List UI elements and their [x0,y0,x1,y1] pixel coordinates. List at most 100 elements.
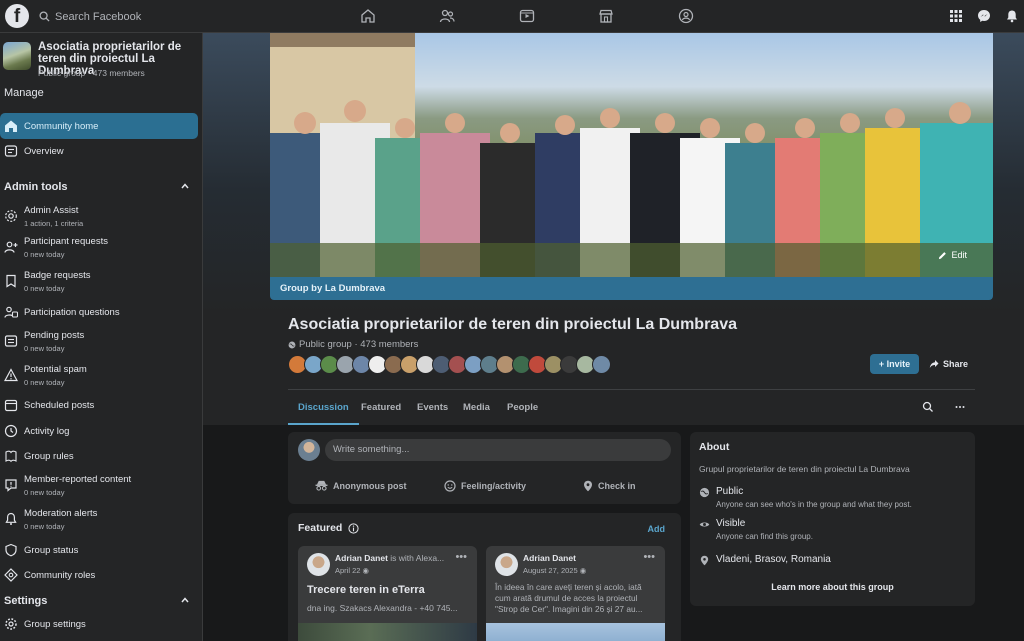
more-options-icon[interactable]: ••• [455,551,467,563]
sidebar-item-label: Moderation alerts [24,507,98,519]
featured-add-link[interactable]: Add [648,524,666,534]
tab-media[interactable]: Media [463,390,490,425]
avatar[interactable] [298,439,320,461]
post-date[interactable]: April 22 [335,566,360,575]
post-image[interactable] [298,623,477,641]
post-author[interactable]: Adrian Danet [523,553,576,563]
learn-more-link[interactable]: Learn more about this group [690,582,975,592]
sidebar-item-member-reported-content[interactable]: Member-reported content 0 new today [0,472,198,498]
composer-input[interactable]: Write something... [325,439,671,461]
settings-header[interactable]: Settings [4,595,190,607]
featured-title: Featured [298,522,343,534]
tab-events[interactable]: Events [417,390,448,425]
sidebar-item-scheduled-posts[interactable]: Scheduled posts [0,396,198,414]
sidebar-item-pending-posts[interactable]: Pending posts 0 new today [0,328,198,354]
info-icon[interactable] [348,522,359,534]
feeling-activity-label: Feeling/activity [461,481,527,491]
cover-photo[interactable]: Edit [270,33,993,277]
sidebar-item-activity-log[interactable]: Activity log [0,422,198,440]
sidebar-group-meta: Public group · 473 members [38,68,145,78]
roles-icon [4,568,18,582]
video-icon[interactable] [519,8,535,24]
group-meta: Public group · 473 members [288,339,418,350]
sidebar-item-group-status[interactable]: Group status [0,541,198,559]
avatar[interactable] [307,553,330,576]
group-thumbnail [3,42,31,70]
sidebar-item-label: Member-reported content [24,473,132,485]
home-icon [5,120,17,132]
anonymous-post-button[interactable]: Anonymous post [315,480,407,491]
sidebar-item-admin-assist[interactable]: Admin Assist 1 action, 1 criteria [0,203,198,229]
top-bar: f Search Facebook [0,0,1024,33]
sidebar-item-group-settings[interactable]: Group settings [0,616,198,632]
sidebar-item-sub: 0 new today [24,521,65,531]
tab-discussion[interactable]: Discussion [288,390,359,425]
warning-icon [4,368,18,382]
home-icon[interactable] [360,8,376,24]
sidebar-item-moderation-alerts[interactable]: Moderation alerts 0 new today [0,506,198,532]
friends-icon[interactable] [439,8,455,24]
globe-icon: ◉ [579,566,587,575]
about-location[interactable]: Vladeni, Brasov, Romania [716,554,831,565]
sidebar-item-community-roles[interactable]: Community roles [0,566,198,584]
post-text: dna ing. Szakacs Alexandra - +40 745... [307,603,458,613]
more-options-icon[interactable]: ••• [643,551,655,563]
post-date-line: August 27, 2025 ◉ [523,566,586,575]
messenger-icon[interactable] [977,9,991,23]
sidebar-item-badge-requests[interactable]: Badge requests 0 new today [0,268,198,294]
facebook-logo[interactable]: f [5,4,29,28]
admin-tools-header[interactable]: Admin tools [4,181,190,193]
featured-post-card[interactable]: Adrian Danet is with Alexa... April 22 ◉… [298,546,477,641]
sidebar-group-header[interactable]: Asociatia proprietarilor de teren din pr… [3,40,199,80]
post-author[interactable]: Adrian Danet [335,553,388,563]
sidebar-item-participation-questions[interactable]: Participation questions [0,303,198,321]
search-box[interactable]: Search Facebook [34,6,204,27]
check-in-button[interactable]: Check in [583,480,636,492]
sidebar-item-label: Participation questions [24,306,120,318]
sidebar-item-overview[interactable]: Overview [0,139,198,163]
share-button[interactable]: Share [929,354,968,374]
about-description: Grupul proprietarilor de teren din proie… [699,464,910,474]
sidebar-item-participant-requests[interactable]: Participant requests 0 new today [0,234,198,260]
notifications-icon[interactable] [1005,9,1019,23]
featured-post-card[interactable]: Adrian Danet August 27, 2025 ◉ ••• În id… [486,546,665,641]
post-image[interactable] [486,623,665,641]
search-icon[interactable] [922,401,934,413]
member-avatars[interactable] [288,355,611,375]
anonymous-post-label: Anonymous post [333,480,407,491]
post-with[interactable]: is with Alexa... [390,553,444,563]
search-icon [39,11,50,22]
avatar[interactable] [495,553,518,576]
sidebar-item-community-home[interactable]: Community home [0,113,198,139]
cover-caption[interactable]: Group by La Dumbrava [270,277,993,300]
share-icon [929,360,939,368]
question-icon [4,306,18,318]
sidebar-item-label: Admin Assist [24,204,79,216]
feeling-activity-button[interactable]: Feeling/activity [444,480,526,492]
menu-grid-icon[interactable] [949,9,963,23]
about-visibility-title: Visible [716,518,746,529]
sidebar-item-label: Participant requests [24,235,108,247]
chevron-up-icon[interactable] [180,595,190,605]
sidebar-item-label: Scheduled posts [24,399,95,411]
post-author-line: Adrian Danet is with Alexa... [335,553,444,563]
post-date[interactable]: August 27, 2025 [523,566,578,575]
invite-button[interactable]: + Invite [870,354,919,374]
sidebar-item-label: Community roles [24,569,96,581]
avatar[interactable] [592,355,611,374]
globe-icon [699,487,710,498]
group-title: Asociatia proprietarilor de teren din pr… [288,316,737,333]
more-options-icon[interactable] [954,401,966,413]
sidebar-item-potential-spam[interactable]: Potential spam 0 new today [0,362,198,388]
search-input[interactable]: Search Facebook [55,11,141,23]
groups-icon[interactable] [678,8,694,24]
sidebar-item-group-rules[interactable]: Group rules [0,447,198,465]
marketplace-icon[interactable] [598,8,614,24]
tab-people[interactable]: People [507,390,538,425]
eye-icon [699,522,710,527]
edit-cover-button[interactable]: Edit [938,250,967,260]
tab-featured[interactable]: Featured [361,390,401,425]
chevron-up-icon[interactable] [180,181,190,191]
sidebar-item-sub: 0 new today [24,377,65,387]
featured-section: Featured Add Adrian Danet is with Alexa.… [288,513,681,641]
